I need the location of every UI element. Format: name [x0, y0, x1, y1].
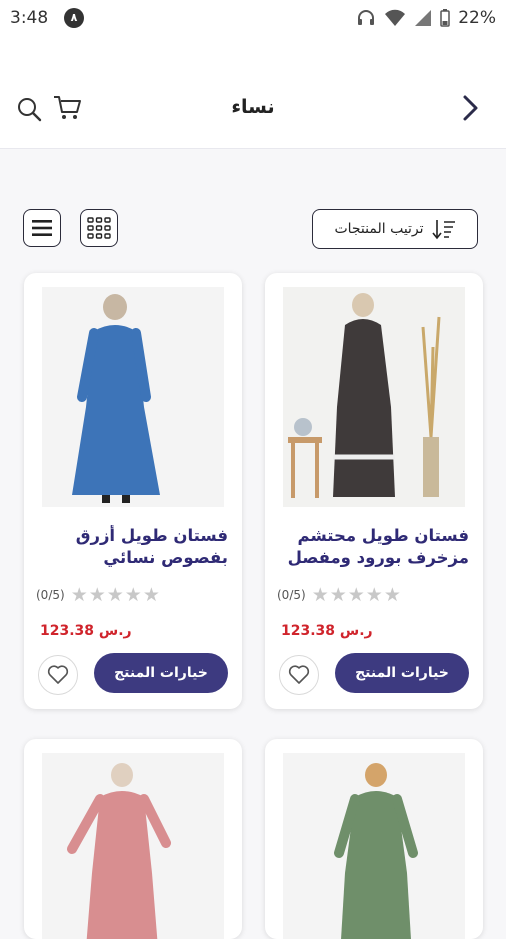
status-time: 3:48 — [10, 8, 49, 28]
rating-row: (0/5) ★★★★★ — [36, 584, 228, 606]
sort-products-button[interactable]: ترتيب المنتجات — [312, 209, 478, 249]
product-options-button[interactable]: خيارات المنتج — [94, 653, 228, 693]
headphones-icon — [358, 10, 375, 25]
product-name[interactable]: فستان طويل أزرق بفصوص نسائي — [38, 525, 228, 569]
product-card[interactable]: فستان طويل محتشم مزخرف بورود ومفصل ... (… — [265, 273, 483, 709]
product-toolbar: ترتيب المنتجات — [0, 205, 506, 253]
wifi-icon — [385, 9, 406, 26]
chevron-right-icon[interactable] — [456, 94, 484, 122]
product-image — [283, 287, 465, 507]
status-bar: 3:48 ٨ 22% — [0, 0, 506, 36]
wishlist-button[interactable] — [38, 655, 78, 695]
battery-icon — [440, 9, 450, 27]
battery-percent: 22% — [458, 8, 496, 28]
heart-icon — [288, 665, 310, 684]
list-view-button[interactable] — [23, 209, 61, 247]
sort-label: ترتيب المنتجات — [334, 221, 424, 237]
star-rating-icon: ★★★★★ — [70, 584, 161, 606]
grid-view-button[interactable] — [80, 209, 118, 247]
page-title: نساء — [231, 96, 275, 118]
status-icons: 22% — [356, 8, 496, 28]
product-card[interactable] — [265, 739, 483, 939]
rating-row: (0/5) ★★★★★ — [277, 584, 469, 606]
product-card[interactable]: فستان طويل أزرق بفصوص نسائي (0/5) ★★★★★ … — [24, 273, 242, 709]
product-name[interactable]: فستان طويل محتشم مزخرف بورود ومفصل ... — [279, 525, 469, 569]
app-bar: نساء — [0, 36, 506, 149]
sort-icon — [431, 220, 455, 240]
product-image — [42, 287, 224, 507]
product-card[interactable] — [24, 739, 242, 939]
rating-count: (0/5) — [277, 588, 306, 602]
rating-count: (0/5) — [36, 588, 65, 602]
menu-icon — [32, 220, 52, 236]
product-image — [283, 753, 465, 939]
product-image — [42, 753, 224, 939]
product-options-button[interactable]: خيارات المنتج — [335, 653, 469, 693]
notification-icon: ٨ — [64, 8, 84, 28]
grid-icon — [87, 217, 111, 239]
product-price: 123.38 ر.س — [281, 623, 373, 639]
signal-icon — [415, 10, 432, 26]
product-price: 123.38 ر.س — [40, 623, 132, 639]
wishlist-button[interactable] — [279, 655, 319, 695]
star-rating-icon: ★★★★★ — [311, 584, 402, 606]
heart-icon — [47, 665, 69, 684]
